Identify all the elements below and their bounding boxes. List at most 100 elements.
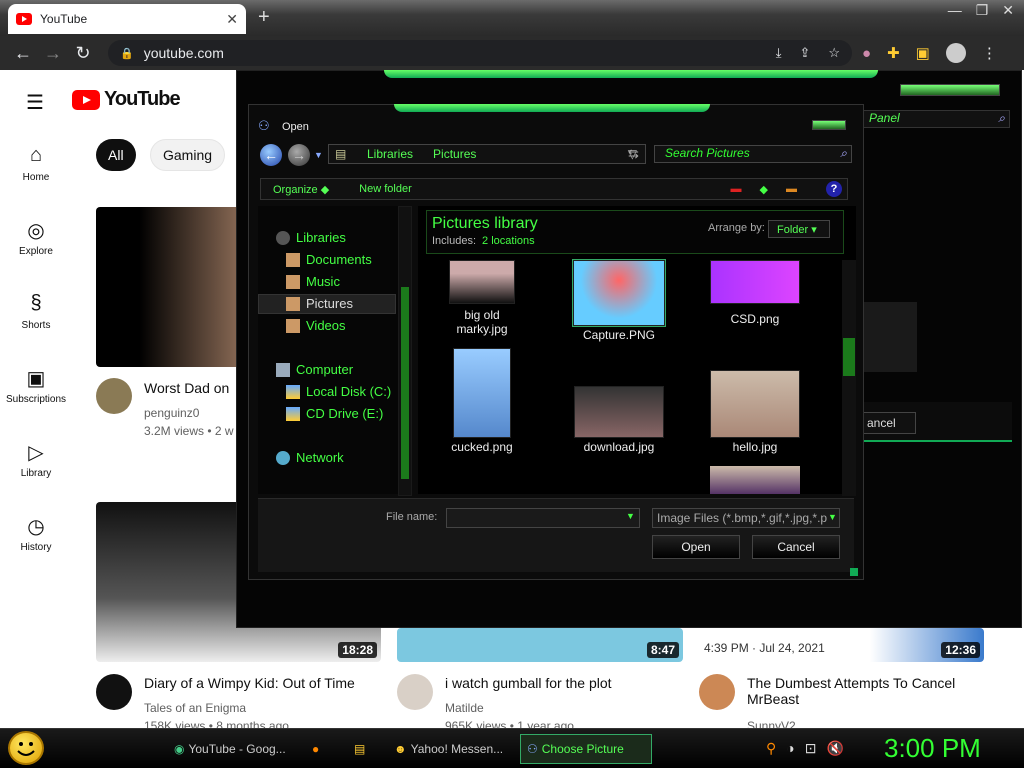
video-title[interactable]: i watch gumball for the plot: [445, 675, 685, 691]
content-scrollbar[interactable]: [842, 260, 856, 496]
nav-item-cd-drive[interactable]: CD Drive (E:): [286, 406, 383, 421]
refresh-icon[interactable]: ⇆: [628, 146, 639, 162]
file-thumbnail[interactable]: [710, 466, 800, 494]
video-thumbnail[interactable]: [96, 207, 241, 367]
open-button[interactable]: Open: [652, 535, 740, 559]
extension-icon[interactable]: ●: [862, 45, 871, 62]
arrange-by-dropdown[interactable]: Folder ▾: [768, 220, 830, 238]
sidebar-item-home[interactable]: ⌂ Home: [0, 140, 72, 214]
side-panel-icon[interactable]: ▣: [916, 44, 930, 62]
video-thumbnail[interactable]: 4:39 PM · Jul 24, 2021 12:36: [699, 628, 984, 662]
dialog-address-bar[interactable]: ▤ Libraries Pictures ▽: [328, 144, 646, 164]
back-arrow-icon[interactable]: ←: [10, 43, 36, 64]
close-window-button[interactable]: ✕: [1002, 2, 1014, 19]
taskbar-item-chrome[interactable]: ◉ YouTube - Goog...: [168, 734, 298, 764]
scroll-thumb[interactable]: [843, 338, 855, 376]
video-title[interactable]: Diary of a Wimpy Kid: Out of Time: [144, 675, 384, 691]
video-thumbnail[interactable]: 8:47: [397, 628, 683, 662]
video-title[interactable]: The Dumbest Attempts To Cancel MrBeast: [747, 675, 977, 707]
chip-gaming[interactable]: Gaming: [150, 139, 226, 171]
puzzle-icon[interactable]: ✚: [887, 44, 900, 62]
browser-tab[interactable]: YouTube ✕: [8, 4, 246, 34]
forward-arrow-icon[interactable]: →: [288, 144, 310, 166]
control-panel-search[interactable]: Panel ⌕: [862, 110, 1010, 128]
taskbar-item-folder[interactable]: ▤: [348, 734, 378, 764]
file-item[interactable]: big old marky.jpg: [427, 260, 537, 336]
scroll-thumb[interactable]: [401, 287, 409, 479]
taskbar-item-yahoo[interactable]: ☻ Yahoo! Messen...: [388, 734, 512, 764]
window-caption-buttons[interactable]: [900, 84, 1000, 96]
taskbar-item-choose-picture[interactable]: ⚇ Choose Picture: [520, 734, 652, 764]
file-item[interactable]: cucked.png: [427, 348, 537, 454]
install-icon[interactable]: ⤓: [776, 45, 782, 61]
file-item[interactable]: Capture.PNG: [564, 259, 674, 342]
address-bar[interactable]: 🔒 youtube.com ⤓ ⇪ ☆: [108, 40, 852, 66]
video-channel[interactable]: penguinz0: [144, 406, 236, 420]
chevron-down-icon[interactable]: ▼: [828, 512, 837, 522]
channel-avatar[interactable]: [699, 674, 735, 710]
nav-item-network[interactable]: Network: [276, 450, 344, 465]
sidebar-item-subscriptions[interactable]: ▣ Subscriptions: [0, 362, 72, 436]
network-icon[interactable]: ⊡: [805, 740, 817, 757]
resize-grip-icon[interactable]: [850, 568, 858, 576]
volume-muted-icon[interactable]: 🔇: [826, 740, 843, 757]
file-item[interactable]: download.jpg: [564, 386, 674, 454]
file-name-input[interactable]: [446, 508, 640, 528]
sidebar-item-explore[interactable]: ◎ Explore: [0, 214, 72, 288]
youtube-logo[interactable]: YouTube: [72, 88, 181, 111]
nav-scrollbar[interactable]: [398, 206, 412, 496]
help-icon[interactable]: ?: [826, 181, 842, 197]
history-dropdown-icon[interactable]: ▼: [314, 150, 323, 160]
bookmark-star-icon[interactable]: ☆: [828, 45, 840, 61]
sidebar-item-history[interactable]: ◷ History: [0, 510, 72, 584]
video-channel[interactable]: Matilde: [445, 701, 484, 715]
view-options-icon[interactable]: ▬: [731, 183, 742, 196]
dialog-search-input[interactable]: Search Pictures ⌕: [654, 145, 852, 163]
channel-avatar[interactable]: [96, 674, 132, 710]
breadcrumb-libraries[interactable]: Libraries: [367, 147, 413, 161]
nav-item-local-disk[interactable]: Local Disk (C:): [286, 384, 391, 399]
organize-button[interactable]: Organize ◆: [273, 183, 329, 196]
taskbar-clock[interactable]: 3:00 PM: [884, 733, 981, 764]
share-icon[interactable]: ⇪: [799, 45, 810, 61]
nav-item-documents[interactable]: Documents: [286, 252, 372, 267]
hamburger-menu-icon[interactable]: ☰: [26, 90, 44, 115]
menu-kebab-icon[interactable]: ⋮: [982, 44, 997, 62]
file-item[interactable]: hello.jpg: [700, 370, 810, 454]
channel-avatar[interactable]: [96, 378, 132, 414]
view-chevron-icon[interactable]: ◆: [760, 183, 768, 196]
maximize-button[interactable]: ❐: [976, 2, 989, 19]
video-title[interactable]: Worst Dad on: [144, 380, 236, 396]
video-channel[interactable]: Tales of an Enigma: [144, 701, 246, 715]
includes-link[interactable]: 2 locations: [482, 235, 535, 247]
breadcrumb-pictures[interactable]: Pictures: [433, 147, 476, 161]
tab-close-icon[interactable]: ✕: [226, 11, 238, 28]
file-item[interactable]: CSD.png: [700, 260, 810, 326]
search-icon[interactable]: ⚲: [766, 740, 776, 757]
file-type-select[interactable]: Image Files (*.bmp,*.gif,*.jpg,*.p: [652, 508, 840, 528]
forward-arrow-icon[interactable]: →: [40, 43, 66, 64]
status-icon[interactable]: ◑: [786, 740, 794, 757]
preview-pane-icon[interactable]: ▬: [786, 183, 797, 196]
nav-item-pictures[interactable]: Pictures: [286, 296, 353, 311]
channel-avatar[interactable]: [397, 674, 433, 710]
background-cancel-button[interactable]: ancel: [862, 412, 916, 434]
chevron-down-icon[interactable]: ▼: [626, 511, 635, 521]
new-folder-button[interactable]: New folder: [359, 183, 412, 195]
minimize-button[interactable]: —: [948, 2, 962, 19]
reload-icon[interactable]: ↻: [70, 43, 96, 64]
start-button[interactable]: [8, 731, 44, 765]
sidebar-item-library[interactable]: ▷ Library: [0, 436, 72, 510]
taskbar-item-firefox[interactable]: ●: [306, 734, 336, 764]
nav-item-videos[interactable]: Videos: [286, 318, 346, 333]
sidebar-item-shorts[interactable]: § Shorts: [0, 288, 72, 362]
profile-avatar[interactable]: [945, 43, 966, 63]
nav-item-music[interactable]: Music: [286, 274, 340, 289]
back-arrow-icon[interactable]: ←: [260, 144, 282, 166]
nav-item-libraries[interactable]: Libraries: [276, 230, 346, 245]
dialog-close-button[interactable]: [812, 120, 846, 130]
cancel-button[interactable]: Cancel: [752, 535, 840, 559]
new-tab-button[interactable]: +: [258, 6, 270, 29]
nav-item-computer[interactable]: Computer: [276, 362, 353, 377]
chip-all[interactable]: All: [96, 139, 136, 171]
